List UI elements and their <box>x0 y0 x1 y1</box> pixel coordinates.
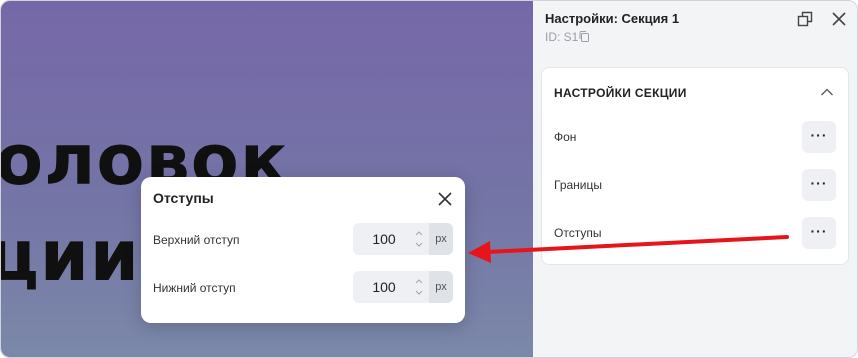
bottom-padding-input[interactable]: 100 <box>353 271 415 303</box>
panel-header: Настройки: Секция 1 ID: S1 <box>533 1 857 59</box>
panel-title: Настройки: Секция 1 <box>545 11 680 26</box>
padding-label: Отступы <box>554 226 602 240</box>
close-icon[interactable] <box>831 11 847 27</box>
section-heading-line-2: ции <box>1 215 140 297</box>
copy-icon[interactable] <box>578 30 590 43</box>
settings-panel: Настройки: Секция 1 ID: S1 НАСТРОЙКИ СЕК… <box>533 1 857 357</box>
section-settings-card: НАСТРОЙКИ СЕКЦИИ Фон ··· Границы ··· Отс… <box>541 67 849 265</box>
top-padding-input[interactable]: 100 <box>353 223 415 255</box>
background-more-button[interactable]: ··· <box>802 121 836 153</box>
padding-popup: Отступы Верхний отступ 100 px Нижний отс… <box>141 177 465 323</box>
bottom-padding-label: Нижний отступ <box>153 281 236 295</box>
top-padding-label: Верхний отступ <box>153 233 240 247</box>
spin-down-icon[interactable] <box>413 239 425 251</box>
chevron-up-icon[interactable] <box>820 87 834 97</box>
top-padding-spin[interactable] <box>413 227 425 251</box>
top-padding-stepper[interactable]: 100 px <box>353 223 453 255</box>
bottom-padding-unit: px <box>429 271 453 303</box>
bottom-padding-stepper[interactable]: 100 px <box>353 271 453 303</box>
spin-up-icon[interactable] <box>413 275 425 287</box>
section-id: ID: S1 <box>545 30 579 44</box>
borders-label: Границы <box>554 178 602 192</box>
detach-window-icon[interactable] <box>797 11 813 27</box>
bottom-padding-spin[interactable] <box>413 275 425 299</box>
spin-down-icon[interactable] <box>413 287 425 299</box>
top-padding-unit: px <box>429 223 453 255</box>
popup-close-icon[interactable] <box>435 189 455 209</box>
borders-more-button[interactable]: ··· <box>802 169 836 201</box>
background-label: Фон <box>554 130 577 144</box>
popup-title: Отступы <box>153 190 214 206</box>
spin-up-icon[interactable] <box>413 227 425 239</box>
padding-more-button[interactable]: ··· <box>802 217 836 249</box>
app-window: оловок ции Отступы Верхний отступ 100 px… <box>0 0 858 358</box>
section-settings-title: НАСТРОЙКИ СЕКЦИИ <box>554 86 687 100</box>
